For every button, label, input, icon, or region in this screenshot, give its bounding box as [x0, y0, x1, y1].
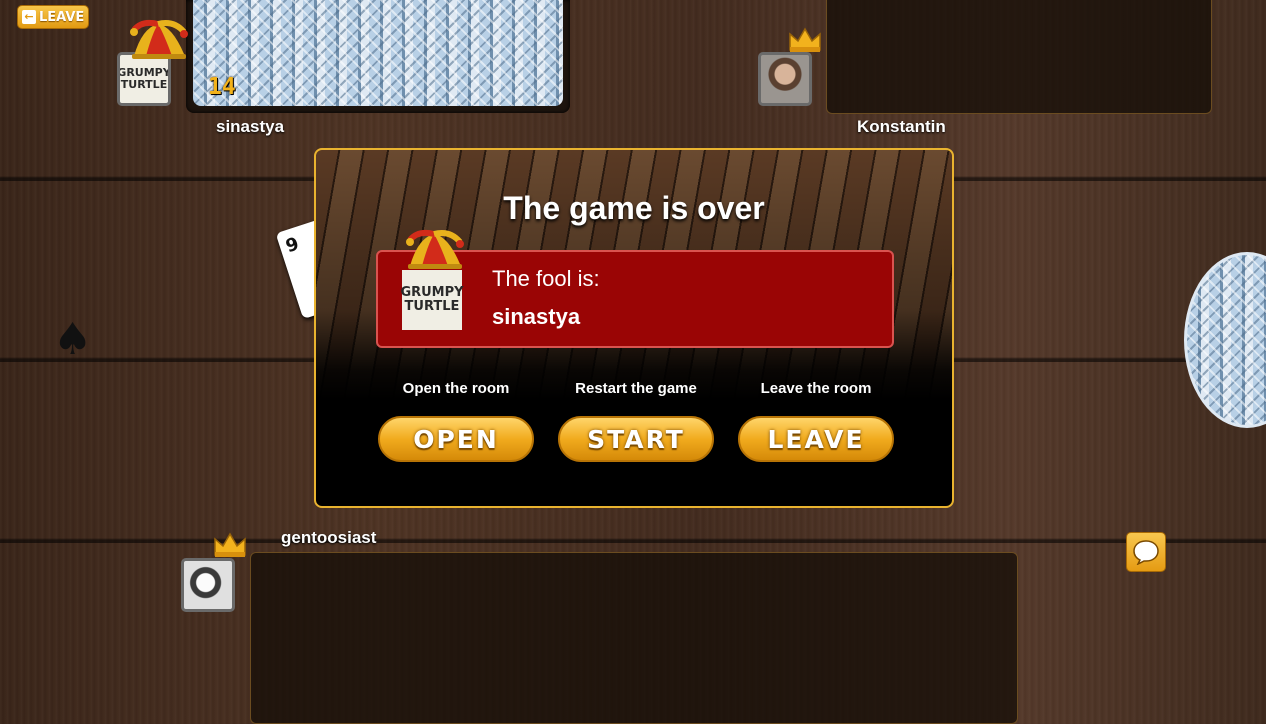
player-hand-area	[250, 552, 1018, 724]
player-name-sinastya: sinastya	[216, 117, 285, 136]
exit-arrow-icon: ←	[22, 10, 36, 24]
game-over-dialog: The game is over GRUMPY TURTLE The fool …	[314, 148, 954, 508]
leave-game-button[interactable]: ← LEAVE	[17, 5, 89, 29]
dialog-actions: Open the room OPEN Restart the game STAR…	[376, 380, 896, 462]
chat-button[interactable]	[1126, 532, 1166, 572]
fool-avatar: GRUMPY TURTLE	[400, 270, 464, 330]
chat-bubble-icon	[1133, 540, 1159, 565]
start-button[interactable]: START	[558, 416, 714, 462]
dialog-title: The game is over	[503, 190, 765, 226]
player-name-gentoosiast: gentoosiast	[281, 528, 377, 547]
open-button[interactable]: OPEN	[378, 416, 534, 462]
crown-icon	[789, 27, 821, 52]
crown-icon	[214, 532, 246, 557]
leave-button[interactable]: LEAVE	[738, 416, 894, 462]
leave-game-label: LEAVE	[39, 9, 85, 25]
action-restart-game: Restart the game START	[556, 380, 716, 462]
deck-stack	[1184, 252, 1266, 428]
fool-label: The fool is:	[492, 266, 600, 291]
action-leave-room: Leave the room LEAVE	[736, 380, 896, 462]
avatar-text: GRUMPY TURTLE	[117, 66, 171, 91]
player-name-konstantin: Konstantin	[857, 117, 946, 136]
spade-icon: ♠	[53, 314, 93, 365]
opponent-hand-cards	[193, 0, 563, 106]
opponent-hand-area-right	[826, 0, 1212, 114]
opponent-card-count: 14	[208, 74, 236, 100]
fool-name: sinastya	[492, 304, 581, 329]
player-avatar-sinastya: GRUMPY TURTLE	[117, 52, 171, 106]
jester-hat-icon	[130, 19, 188, 59]
action-label: Open the room	[402, 380, 510, 397]
fool-avatar-text: GRUMPY TURTLE	[400, 285, 464, 314]
player-avatar-konstantin	[758, 52, 812, 106]
trump-card-rank: 9	[283, 233, 302, 258]
player-avatar-gentoosiast	[181, 558, 235, 612]
action-label: Restart the game	[575, 380, 697, 397]
action-open-room: Open the room OPEN	[376, 380, 536, 462]
jester-hat-icon	[406, 229, 464, 269]
action-label: Leave the room	[760, 380, 872, 397]
